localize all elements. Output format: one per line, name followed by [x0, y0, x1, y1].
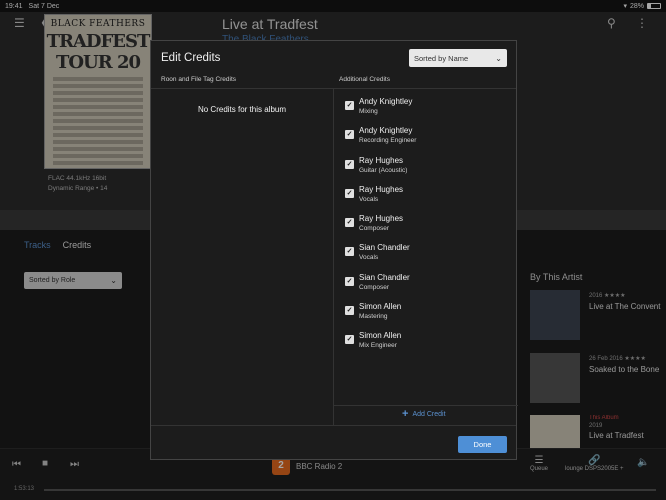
credits-list: ✓ Andy Knightley Mixing ✓ Andy Knightley…: [345, 97, 515, 360]
dialog-title: Edit Credits: [161, 52, 221, 64]
chevron-down-icon: ⌄: [495, 53, 502, 63]
checkbox-checked[interactable]: ✓: [345, 305, 354, 315]
credit-row[interactable]: ✓ Sian Chandler Composer: [345, 273, 515, 302]
checkbox-checked[interactable]: ✓: [345, 130, 354, 140]
credit-row[interactable]: ✓ Ray Hughes Vocals: [345, 185, 515, 214]
checkbox-checked[interactable]: ✓: [345, 101, 354, 110]
dialog-footer-divider: [151, 425, 516, 426]
credit-row[interactable]: ✓ Andy Knightley Recording Engineer: [345, 126, 515, 155]
left-column-header: Roon and File Tag Credits: [161, 76, 237, 83]
checkbox-checked[interactable]: ✓: [345, 335, 354, 344]
done-button[interactable]: Done: [458, 436, 507, 453]
checkbox-checked[interactable]: ✓: [345, 218, 354, 227]
sort-by-name-select[interactable]: Sorted by Name ⌄: [409, 49, 507, 67]
credits-footer-divider: [333, 405, 518, 406]
right-column-header: Additional Credits: [339, 76, 390, 83]
plus-icon: +: [402, 408, 409, 420]
credit-row[interactable]: ✓ Simon Allen Mix Engineer: [345, 331, 515, 360]
credit-row[interactable]: ✓ Ray Hughes Composer: [345, 214, 515, 243]
edit-credits-dialog: Edit Credits Sorted by Name ⌄ Roon and F…: [150, 40, 518, 460]
checkbox-checked[interactable]: ✓: [345, 159, 354, 169]
credit-row[interactable]: ✓ Andy Knightley Mixing: [345, 97, 515, 126]
credit-row[interactable]: ✓ Sian Chandler Vocals: [345, 243, 515, 272]
checkbox-checked[interactable]: ✓: [345, 276, 354, 286]
credit-row[interactable]: ✓ Ray Hughes Guitar (Acoustic): [345, 156, 515, 185]
checkbox-checked[interactable]: ✓: [345, 247, 354, 257]
add-credit-button[interactable]: + Add Credit: [402, 408, 446, 420]
credit-row[interactable]: ✓ Simon Allen Mastering: [345, 302, 515, 331]
checkbox-checked[interactable]: ✓: [345, 188, 354, 198]
column-divider: [333, 88, 334, 425]
empty-message: No Credits for this album: [197, 105, 287, 114]
